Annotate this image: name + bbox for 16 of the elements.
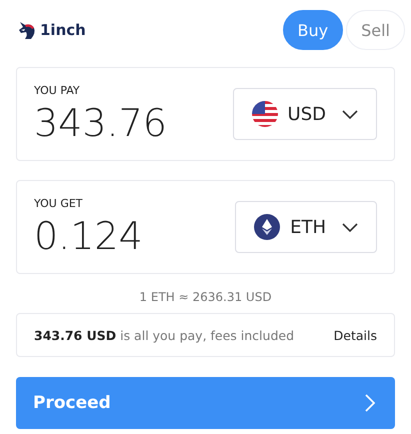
currency-dropdown[interactable]: ETH <box>235 201 377 253</box>
field-label: YOU PAY <box>34 84 81 96</box>
ethereum-icon <box>254 214 280 240</box>
amount-value[interactable]: 0.124 <box>34 214 143 258</box>
logo-text: 1inch <box>40 21 86 39</box>
amount-value[interactable]: 343.76 <box>34 100 167 144</box>
flag-icon <box>252 101 278 127</box>
mode-tab[interactable]: Sell <box>346 10 405 50</box>
fee-summary: 343.76 USD is all you pay, fees included <box>34 328 294 342</box>
currency-dropdown[interactable]: USD <box>232 88 377 140</box>
chevron-down-icon <box>342 222 358 232</box>
chevron-right-icon <box>365 394 375 412</box>
details-link[interactable]: Details <box>334 328 377 342</box>
chevron-down-icon <box>342 110 358 118</box>
field-label: YOU GET <box>34 196 84 210</box>
exchange-rate: 1 ETH ≈ 2636.31 USD <box>138 290 273 304</box>
